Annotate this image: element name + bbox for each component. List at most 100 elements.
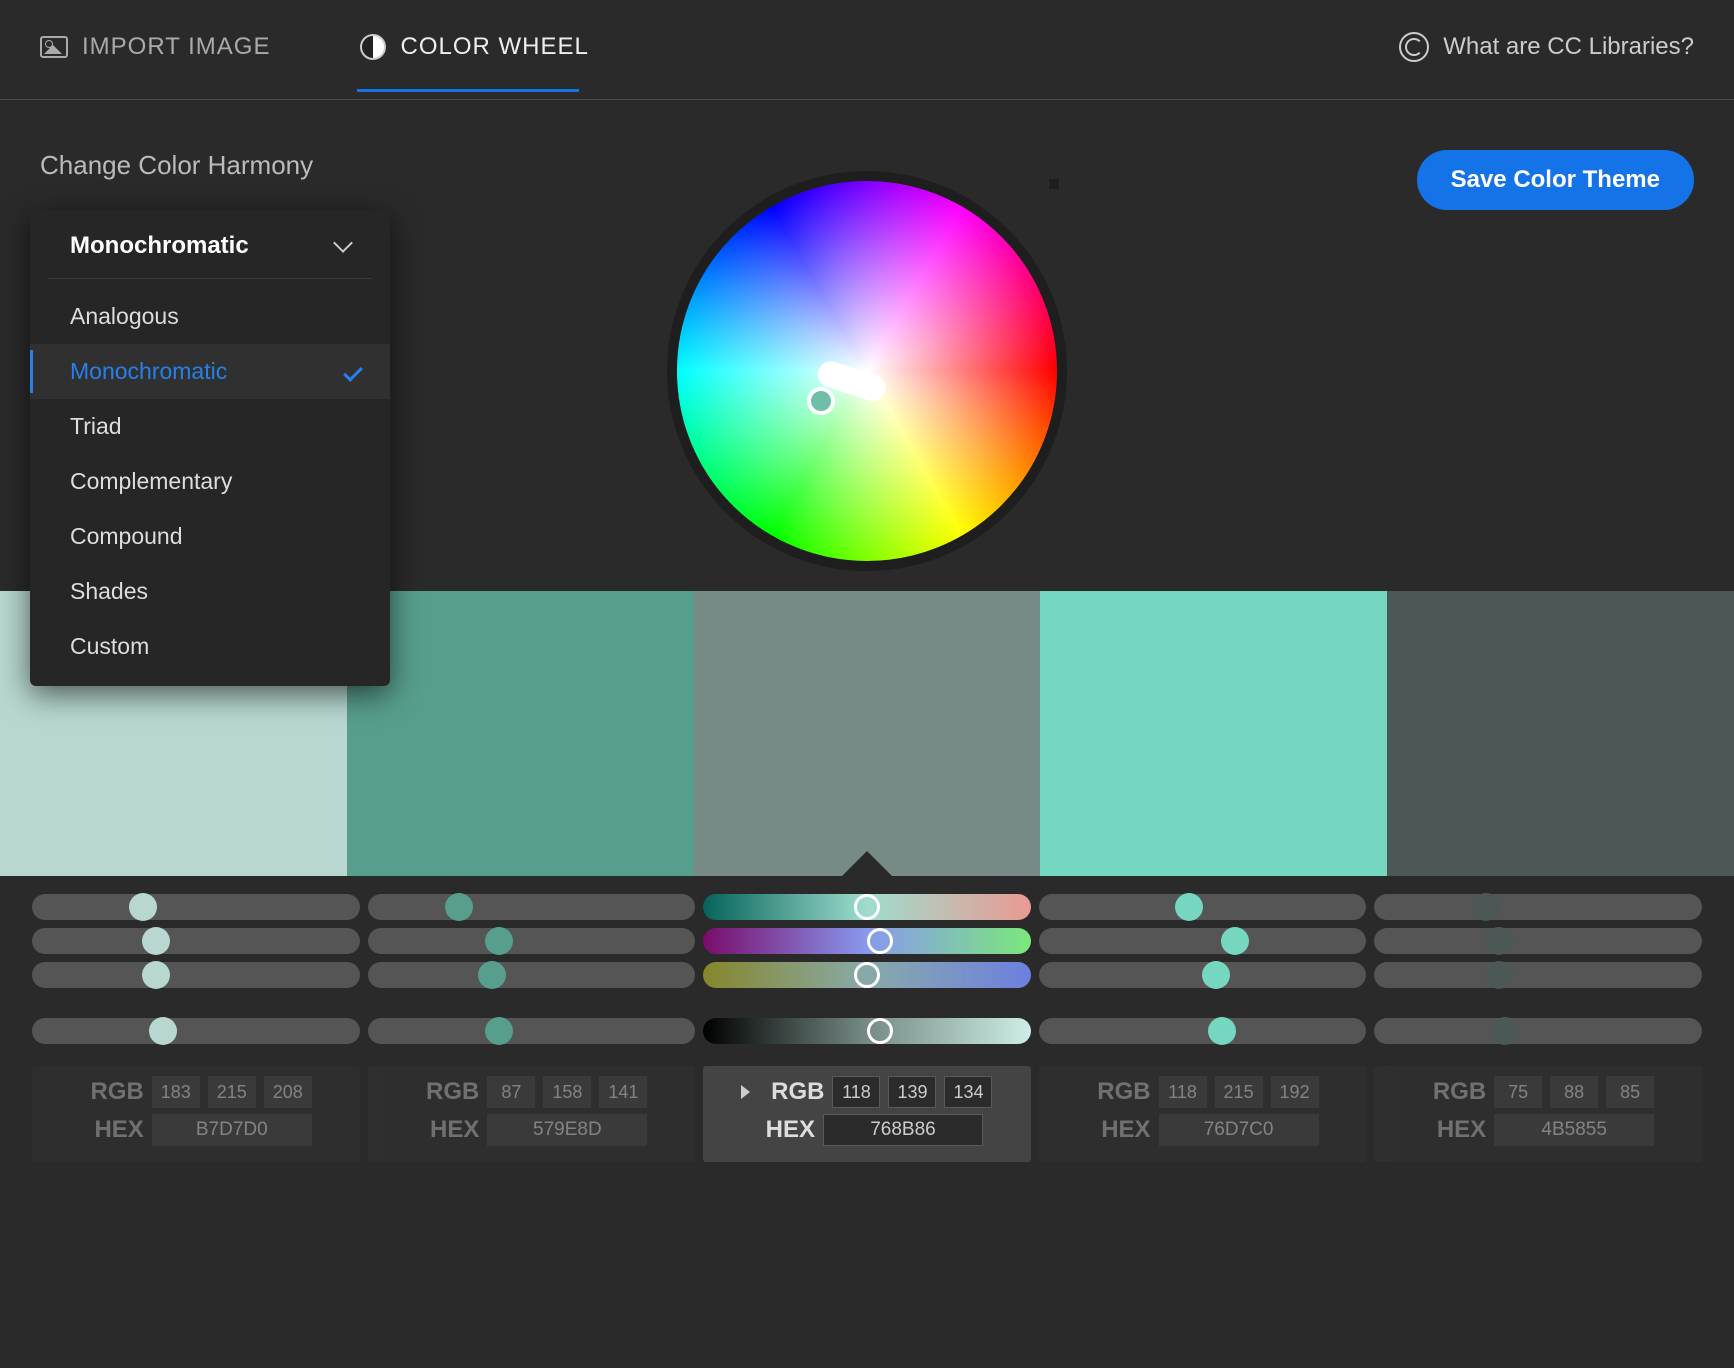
- rgb-r-input[interactable]: 183: [152, 1076, 200, 1108]
- wheel-handle[interactable]: [807, 387, 835, 415]
- slider-track: [1374, 894, 1702, 920]
- harmony-option-complementary[interactable]: Complementary: [30, 454, 390, 509]
- slider-row3-col4[interactable]: [1039, 962, 1367, 988]
- slider-thumb[interactable]: [445, 893, 473, 921]
- value-cell-4: RGB118215192HEX76D7C0: [1039, 1066, 1367, 1162]
- slider-rowB-col2[interactable]: [368, 1018, 696, 1044]
- slider-thumb[interactable]: [149, 1017, 177, 1045]
- slider-row1-col5[interactable]: [1374, 894, 1702, 920]
- rgb-label: RGB: [415, 1078, 479, 1106]
- triangle-right-icon[interactable]: [741, 1085, 750, 1099]
- harmony-option-label: Custom: [70, 633, 149, 660]
- slider-thumb[interactable]: [142, 927, 170, 955]
- rgb-b-input[interactable]: 85: [1606, 1076, 1654, 1108]
- slider-thumb[interactable]: [485, 1017, 513, 1045]
- rgb-b-input[interactable]: 134: [944, 1076, 992, 1108]
- rgb-r-input[interactable]: 75: [1494, 1076, 1542, 1108]
- hex-input[interactable]: 579E8D: [487, 1114, 647, 1146]
- rgb-b-input[interactable]: 141: [599, 1076, 647, 1108]
- slider-thumb[interactable]: [1208, 1017, 1236, 1045]
- value-cell-3: RGB118139134HEX768B86: [703, 1066, 1031, 1162]
- slider-thumb[interactable]: [1485, 927, 1513, 955]
- slider-thumb[interactable]: [142, 961, 170, 989]
- hex-input[interactable]: 768B86: [823, 1114, 983, 1146]
- slider-thumb[interactable]: [867, 928, 893, 954]
- slider-thumb[interactable]: [1175, 893, 1203, 921]
- slider-track: [32, 962, 360, 988]
- slider-track: [32, 928, 360, 954]
- rgb-r-input[interactable]: 118: [1159, 1076, 1207, 1108]
- slider-row1-col2[interactable]: [368, 894, 696, 920]
- rgb-label: RGB: [1422, 1078, 1486, 1106]
- save-color-theme-button[interactable]: Save Color Theme: [1417, 150, 1694, 210]
- swatch-4[interactable]: [1040, 591, 1387, 876]
- slider-track: [1374, 1018, 1702, 1044]
- slider-row1-col1[interactable]: [32, 894, 360, 920]
- harmony-dropdown[interactable]: Monochromatic Analogous Monochromatic Tria…: [30, 210, 390, 686]
- harmony-dropdown-toggle[interactable]: Monochromatic: [48, 228, 372, 279]
- swatch-3[interactable]: [694, 591, 1041, 876]
- harmony-option-analogous[interactable]: Analogous: [30, 289, 390, 344]
- slider-row1-col4[interactable]: [1039, 894, 1367, 920]
- rgb-r-input[interactable]: 87: [487, 1076, 535, 1108]
- slider-thumb[interactable]: [1485, 961, 1513, 989]
- hex-label: HEX: [751, 1116, 815, 1144]
- slider-thumb[interactable]: [485, 927, 513, 955]
- rgb-r-input[interactable]: 118: [832, 1076, 880, 1108]
- slider-row2-col2[interactable]: [368, 928, 696, 954]
- slider-thumb[interactable]: [854, 962, 880, 988]
- rgb-g-input[interactable]: 139: [888, 1076, 936, 1108]
- slider-thumb[interactable]: [1472, 893, 1500, 921]
- slider-thumb[interactable]: [478, 961, 506, 989]
- slider-thumb[interactable]: [129, 893, 157, 921]
- slider-thumb[interactable]: [1491, 1017, 1519, 1045]
- tab-import-image[interactable]: IMPORT IMAGE: [40, 33, 300, 91]
- harmony-option-shades[interactable]: Shades: [30, 564, 390, 619]
- harmony-option-compound[interactable]: Compound: [30, 509, 390, 564]
- harmony-option-custom[interactable]: Custom: [30, 619, 390, 674]
- harmony-option-triad[interactable]: Triad: [30, 399, 390, 454]
- slider-track: [1039, 1018, 1367, 1044]
- tab-import-label: IMPORT IMAGE: [82, 33, 270, 61]
- slider-row2-col3[interactable]: [703, 928, 1031, 954]
- harmony-option-monochromatic[interactable]: Monochromatic: [30, 344, 390, 399]
- harmony-option-label: Monochromatic: [70, 358, 227, 385]
- slider-row2-col4[interactable]: [1039, 928, 1367, 954]
- slider-thumb[interactable]: [867, 1018, 893, 1044]
- slider-track: [1374, 928, 1702, 954]
- slider-row3-col3[interactable]: [703, 962, 1031, 988]
- swatch-2[interactable]: [347, 591, 694, 876]
- slider-track: [368, 894, 696, 920]
- slider-row3-col5[interactable]: [1374, 962, 1702, 988]
- rgb-g-input[interactable]: 215: [208, 1076, 256, 1108]
- value-cell-2: RGB87158141HEX579E8D: [368, 1066, 696, 1162]
- hex-input[interactable]: 76D7C0: [1159, 1114, 1319, 1146]
- rgb-b-input[interactable]: 208: [264, 1076, 312, 1108]
- rgb-g-input[interactable]: 215: [1215, 1076, 1263, 1108]
- slider-thumb[interactable]: [1221, 927, 1249, 955]
- slider-row3-col2[interactable]: [368, 962, 696, 988]
- slider-thumb[interactable]: [1202, 961, 1230, 989]
- slider-rowB-col5[interactable]: [1374, 1018, 1702, 1044]
- rgb-g-input[interactable]: 158: [543, 1076, 591, 1108]
- slider-row2-col1[interactable]: [32, 928, 360, 954]
- slider-track: [368, 962, 696, 988]
- rgb-g-input[interactable]: 88: [1550, 1076, 1598, 1108]
- slider-rowB-col3[interactable]: [703, 1018, 1031, 1044]
- slider-rowB-col4[interactable]: [1039, 1018, 1367, 1044]
- rgb-b-input[interactable]: 192: [1271, 1076, 1319, 1108]
- slider-row3-col1[interactable]: [32, 962, 360, 988]
- slider-thumb[interactable]: [854, 894, 880, 920]
- slider-row1-col3[interactable]: [703, 894, 1031, 920]
- rgb-label: RGB: [1087, 1078, 1151, 1106]
- hex-input[interactable]: B7D7D0: [152, 1114, 312, 1146]
- slider-row2-col5[interactable]: [1374, 928, 1702, 954]
- color-wheel[interactable]: [667, 171, 1067, 571]
- slider-track: [32, 1018, 360, 1044]
- cc-libraries-link[interactable]: What are CC Libraries?: [1399, 32, 1694, 92]
- slider-rowB-col1[interactable]: [32, 1018, 360, 1044]
- harmony-option-label: Analogous: [70, 303, 179, 330]
- tab-color-wheel[interactable]: COLOR WHEEL: [360, 33, 618, 91]
- swatch-5[interactable]: [1387, 591, 1734, 876]
- hex-input[interactable]: 4B5855: [1494, 1114, 1654, 1146]
